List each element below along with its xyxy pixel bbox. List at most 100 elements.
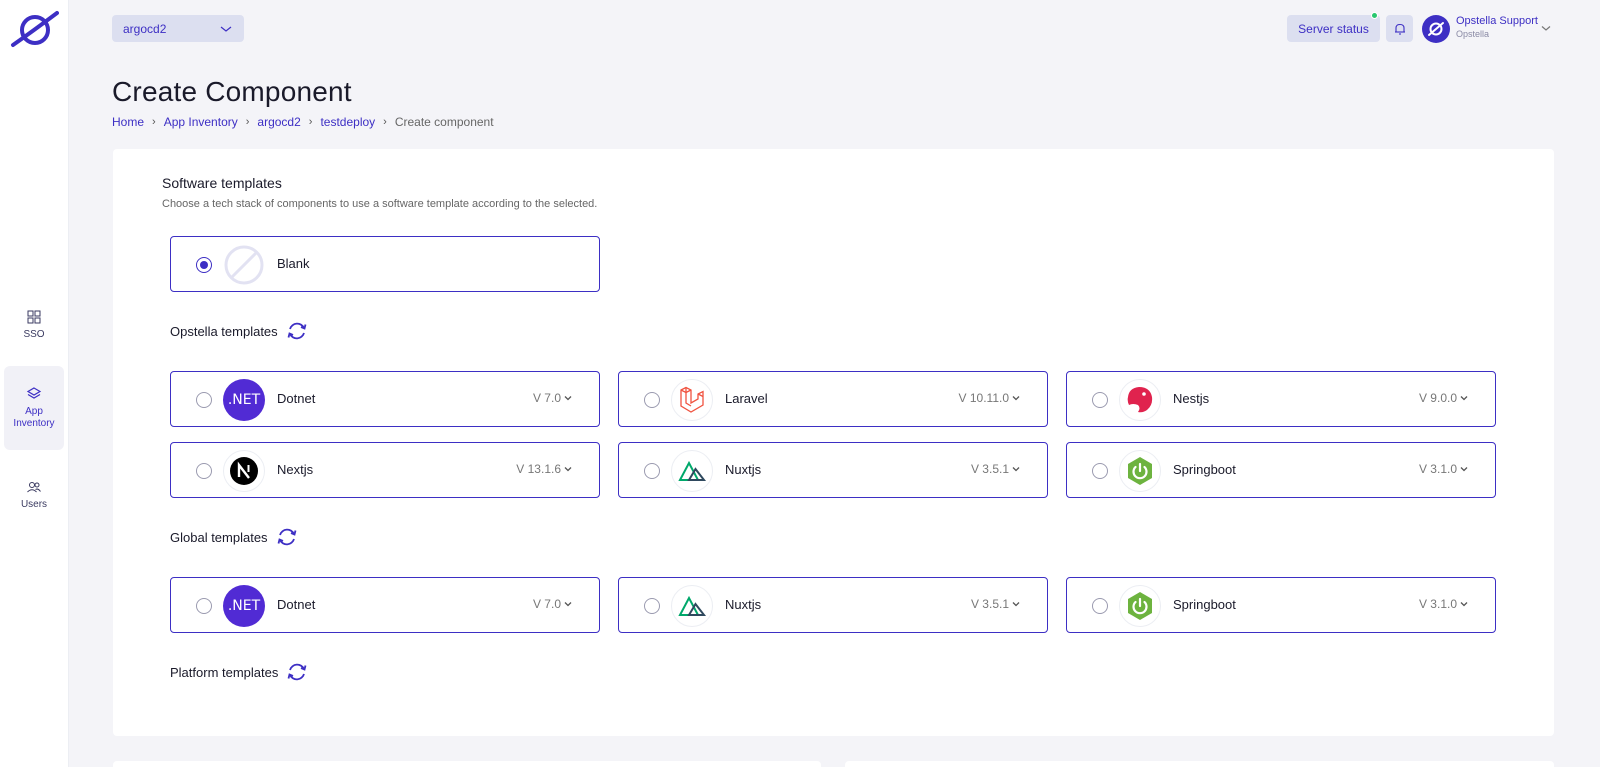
template-option-dotnet[interactable]: .NET Dotnet V 7.0 [170,371,600,427]
version-select[interactable]: V 10.11.0 [959,391,1021,405]
template-name: Springboot [1173,597,1236,612]
template-name: Nextjs [277,462,314,477]
software-templates-title: Software templates [162,175,282,191]
template-radio[interactable] [644,463,660,479]
sidebar-item-label: App Inventory [13,406,55,429]
group-title-label: Opstella templates [170,323,278,339]
template-option-springboot[interactable]: Springboot V 3.1.0 [1066,577,1496,633]
sidebar-item-sso[interactable]: SSO [4,306,64,344]
template-radio[interactable] [196,598,212,614]
breadcrumb: Home › App Inventory › argocd2 › testdep… [112,115,494,129]
page-title: Create Component [112,76,352,107]
avatar[interactable] [1422,15,1450,43]
group-title-label: Platform templates [170,664,279,680]
version-select[interactable]: V 3.5.1 [971,462,1021,476]
template-option-nextjs[interactable]: Nextjs V 13.1.6 [170,442,600,498]
template-radio[interactable] [196,257,212,273]
chevron-down-icon [1460,602,1468,607]
chevron-down-icon [564,467,572,472]
server-status-label: Server status [1298,21,1369,36]
version-select[interactable]: V 7.0 [533,597,573,611]
breadcrumb-separator: › [245,116,250,128]
global-templates-title: Global templates [170,525,299,549]
version-select[interactable]: V 13.1.6 [516,462,573,476]
nextjs-logo [223,450,265,492]
scrollbar[interactable] [1588,0,1600,767]
sidebar-item-label: SSO [23,329,45,340]
version-value: V 3.1.0 [1418,462,1457,476]
breadcrumb-separator: › [152,116,156,128]
template-option-nestjs[interactable]: Nestjs V 9.0.0 [1066,371,1496,427]
template-radio[interactable] [644,392,660,408]
dotnet-logo: .NET [223,585,265,627]
user-org: Opstella [1456,29,1490,39]
template-name: Nestjs [1173,391,1210,406]
version-value: V 7.0 [532,391,561,405]
breadcrumb-testdeploy[interactable]: testdeploy [320,115,375,129]
template-radio[interactable] [1092,392,1108,408]
breadcrumb-current: Create component [394,115,494,129]
context-select[interactable]: argocd2 [112,15,244,42]
lower-card-left [113,761,821,767]
template-radio[interactable] [644,598,660,614]
chevron-down-icon [1460,467,1468,472]
chevron-down-icon [564,396,572,401]
template-option-laravel[interactable]: Laravel V 10.11.0 [618,371,1048,427]
template-option-springboot[interactable]: Springboot V 3.1.0 [1066,442,1496,498]
software-templates-description: Choose a tech stack of components to use… [162,198,598,210]
refresh-icon[interactable] [285,660,309,684]
template-option-blank[interactable]: Blank [170,236,600,292]
template-name: Nuxtjs [725,462,762,477]
version-value: V 7.0 [532,597,561,611]
template-option-dotnet[interactable]: .NET Dotnet V 7.0 [170,577,600,633]
context-select-value: argocd2 [123,21,167,36]
template-option-nuxtjs[interactable]: Nuxtjs V 3.5.1 [618,577,1048,633]
notifications-button[interactable] [1386,15,1413,42]
lower-card-right [845,761,1554,767]
server-status-button[interactable]: Server status [1287,12,1380,42]
version-value: V 3.1.0 [1418,597,1457,611]
template-radio[interactable] [1092,463,1108,479]
version-value: V 10.11.0 [958,391,1009,405]
breadcrumb-home[interactable]: Home [112,115,144,129]
template-option-nuxtjs[interactable]: Nuxtjs V 3.5.1 [618,442,1048,498]
breadcrumb-app-inventory[interactable]: App Inventory [164,115,238,129]
template-radio[interactable] [196,392,212,408]
template-name: Blank [277,256,310,271]
version-select[interactable]: V 7.0 [533,391,573,405]
version-value: V 9.0.0 [1418,391,1457,405]
breadcrumb-separator: › [383,116,387,128]
template-name: Dotnet [277,597,316,612]
version-value: V 13.1.6 [516,462,561,476]
chevron-down-icon [220,26,232,32]
group-title-label: Global templates [170,529,268,545]
chevron-down-icon [1012,396,1020,401]
refresh-icon[interactable] [275,525,299,549]
version-select[interactable]: V 9.0.0 [1419,391,1469,405]
chevron-down-icon [564,602,572,607]
template-name: Laravel [725,391,768,406]
opstella-logo[interactable] [9,9,59,49]
version-select[interactable]: V 3.1.0 [1419,462,1469,476]
sidebar-item-users[interactable]: Users [4,476,64,514]
breadcrumb-separator: › [308,116,313,128]
chevron-down-icon [1460,396,1468,401]
grid-icon [27,310,41,324]
blank-icon [223,244,265,286]
layers-icon [26,387,42,399]
refresh-icon[interactable] [285,319,309,343]
users-icon [27,482,41,493]
version-select[interactable]: V 3.5.1 [971,597,1021,611]
nuxtjs-logo [671,585,713,627]
version-select[interactable]: V 3.1.0 [1419,597,1469,611]
opstella-avatar-icon [1428,22,1444,36]
template-radio[interactable] [1092,598,1108,614]
user-name[interactable]: Opstella Support [1456,15,1538,27]
platform-templates-title: Platform templates [170,660,309,684]
chevron-down-icon[interactable] [1540,22,1552,34]
sidebar-item-app-inventory[interactable]: App Inventory [4,366,64,450]
breadcrumb-argocd2[interactable]: argocd2 [257,115,300,129]
template-radio[interactable] [196,463,212,479]
sidebar: SSO App Inventory Users [0,0,69,767]
template-name: Dotnet [277,391,316,406]
